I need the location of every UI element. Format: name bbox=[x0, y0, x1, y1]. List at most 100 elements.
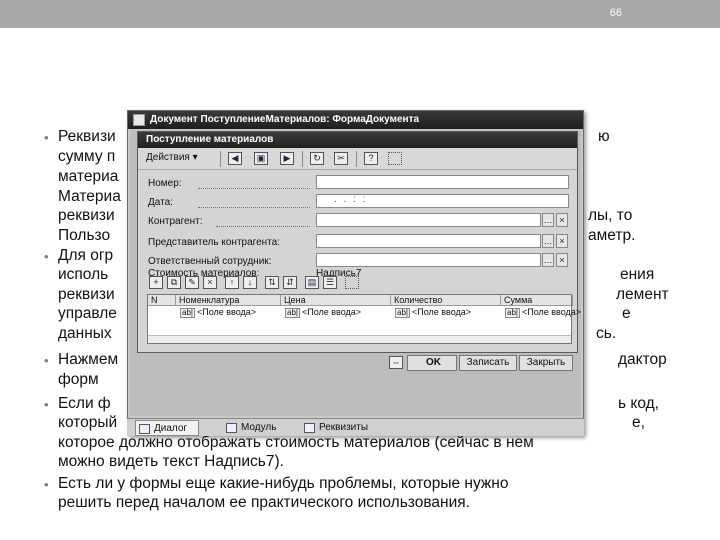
bullet4-line3: которое должно отображать стоимость мате… bbox=[58, 434, 534, 451]
tab-dialog[interactable]: Диалог bbox=[135, 420, 199, 436]
bullet2-right2: ения bbox=[620, 266, 655, 283]
tab-module[interactable]: Модуль bbox=[223, 420, 293, 436]
cell-price[interactable]: ab| <Поле ввода> bbox=[285, 307, 361, 318]
employee-input[interactable] bbox=[316, 253, 541, 267]
structure-icon[interactable]: ▣ bbox=[254, 152, 268, 165]
slide-number: 66 bbox=[609, 7, 622, 19]
clear-button[interactable]: × bbox=[556, 234, 568, 248]
clear-button[interactable]: × bbox=[556, 253, 568, 267]
tab-label: Модуль bbox=[241, 422, 277, 433]
arrow-left-icon[interactable]: ◀ bbox=[228, 152, 242, 165]
bullet2-line4: управле bbox=[58, 305, 117, 322]
bullet3-right1: дактор bbox=[618, 351, 667, 368]
delete-row-icon[interactable]: × bbox=[203, 276, 217, 289]
ok-button[interactable]: OK bbox=[407, 355, 457, 371]
bullet2-line1: Для огр bbox=[58, 247, 114, 264]
bullet3-line1: Нажмем bbox=[58, 351, 119, 368]
frame-icon[interactable] bbox=[345, 276, 359, 289]
add-row-icon[interactable]: + bbox=[149, 276, 163, 289]
toolbar-separator bbox=[220, 151, 221, 167]
frame-icon[interactable] bbox=[388, 152, 402, 165]
bullet2-line3: реквизи bbox=[58, 286, 115, 303]
bullet-dot: • bbox=[44, 477, 49, 492]
form-buttons-bar: ⇔ OK Записать Закрыть bbox=[137, 353, 578, 373]
actions-menu[interactable]: Действия ▾ bbox=[146, 152, 198, 163]
copy-row-icon[interactable]: ⧉ bbox=[167, 276, 181, 289]
bullet2-right3: лемент bbox=[616, 286, 669, 303]
tab-label: Диалог bbox=[154, 423, 188, 434]
grid-toolbar: + ⧉ ✎ × ↑ ↓ ⇅ ⇵ ▤ ☰ bbox=[147, 275, 572, 291]
sort-desc-icon[interactable]: ⇵ bbox=[283, 276, 297, 289]
select-icon[interactable]: ☰ bbox=[323, 276, 337, 289]
fill-icon[interactable]: ▤ bbox=[305, 276, 319, 289]
select-button[interactable]: … bbox=[542, 234, 554, 248]
arrows-icon[interactable]: ⇔ bbox=[389, 356, 403, 369]
cell-nomenclature[interactable]: ab| <Поле ввода> bbox=[180, 307, 256, 318]
bullet1-line6: Пользо bbox=[58, 227, 111, 244]
contractor-rep-label: Представитель контрагента: bbox=[148, 237, 280, 248]
form-toolbar: Действия ▾ ◀ ▣ ▶ ↻ ✂ ? bbox=[138, 148, 577, 170]
editor-tabs: Диалог Модуль Реквизиты bbox=[127, 418, 584, 436]
bullet4-line4: можно видеть текст Надпись7). bbox=[58, 453, 284, 470]
cell-type-pill: ab| bbox=[395, 308, 410, 318]
cell-placeholder: <Поле ввода> bbox=[196, 307, 257, 317]
bullet1-line1: Реквизи bbox=[58, 128, 116, 145]
contractor-input[interactable] bbox=[316, 213, 541, 227]
move-up-icon[interactable]: ↑ bbox=[225, 276, 239, 289]
contractor-rep-input[interactable] bbox=[316, 234, 541, 248]
bullet4-line2: который bbox=[58, 414, 118, 431]
refresh-icon[interactable]: ↻ bbox=[310, 152, 324, 165]
col-sum[interactable]: Сумма bbox=[501, 295, 573, 306]
materials-table[interactable]: N Номенклатура Цена Количество Сумма ab|… bbox=[147, 294, 581, 344]
horizontal-scrollbar[interactable] bbox=[148, 335, 571, 343]
cell-sum[interactable]: ab| <Поле ввода> bbox=[505, 307, 581, 318]
cell-placeholder: <Поле ввода> bbox=[521, 307, 582, 317]
col-price[interactable]: Цена bbox=[281, 295, 391, 306]
tab-attributes[interactable]: Реквизиты bbox=[301, 420, 387, 436]
move-down-icon[interactable]: ↓ bbox=[243, 276, 257, 289]
cell-placeholder: <Поле ввода> bbox=[301, 307, 362, 317]
cut-icon[interactable]: ✂ bbox=[334, 152, 348, 165]
bullet-dot: • bbox=[44, 249, 49, 264]
select-button[interactable]: … bbox=[542, 253, 554, 267]
bullet4-right2: е, bbox=[632, 414, 645, 431]
save-button[interactable]: Записать bbox=[459, 355, 517, 371]
bullet2-line5: данных bbox=[58, 325, 112, 342]
number-label: Номер: bbox=[148, 178, 182, 189]
window-title: Документ ПоступлениеМатериалов: ФормаДок… bbox=[150, 114, 420, 125]
table-row[interactable]: ab| <Поле ввода> ab| <Поле ввода> ab| <Поле… bbox=[148, 307, 581, 318]
window-titlebar[interactable]: Документ ПоступлениеМатериалов: ФормаДок… bbox=[128, 111, 583, 129]
bullet1-line3: материа bbox=[58, 168, 119, 185]
arrow-right-icon[interactable]: ▶ bbox=[280, 152, 294, 165]
form-title: Поступление материалов bbox=[138, 132, 577, 148]
col-quantity[interactable]: Количество bbox=[391, 295, 501, 306]
bullet3-line2: форм bbox=[58, 371, 99, 388]
form-preview: Поступление материалов Действия ▾ ◀ ▣ ▶ … bbox=[137, 131, 581, 353]
cell-type-pill: ab| bbox=[505, 308, 520, 318]
number-input[interactable] bbox=[316, 175, 569, 189]
dotted-line bbox=[198, 207, 310, 208]
clear-button[interactable]: × bbox=[556, 213, 568, 227]
bullet-dot: • bbox=[44, 397, 49, 412]
slide-header-band: 66 bbox=[0, 0, 720, 28]
bullet1-line4: Материа bbox=[58, 188, 121, 205]
bullet2-right4: е bbox=[622, 305, 631, 322]
select-button[interactable]: … bbox=[542, 213, 554, 227]
bullet5-line1: Есть ли у формы еще какие-нибудь проблем… bbox=[58, 475, 509, 492]
help-icon[interactable]: ? bbox=[364, 152, 378, 165]
sort-asc-icon[interactable]: ⇅ bbox=[265, 276, 279, 289]
date-placeholder: . . : : bbox=[334, 194, 368, 205]
toolbar-separator bbox=[302, 151, 303, 167]
document-icon bbox=[133, 114, 145, 126]
employee-label: Ответственный сотрудник: bbox=[148, 256, 272, 267]
cell-quantity[interactable]: ab| <Поле ввода> bbox=[395, 307, 471, 318]
col-nomenclature[interactable]: Номенклатура bbox=[176, 295, 281, 306]
col-n[interactable]: N bbox=[148, 295, 176, 306]
module-icon bbox=[226, 423, 237, 433]
close-button[interactable]: Закрыть bbox=[519, 355, 573, 371]
bullet4-line1: Если ф bbox=[58, 395, 111, 412]
dotted-line bbox=[216, 226, 310, 227]
bullet-dot: • bbox=[44, 130, 49, 145]
edit-row-icon[interactable]: ✎ bbox=[185, 276, 199, 289]
bullet1-right1: ю bbox=[598, 128, 610, 145]
